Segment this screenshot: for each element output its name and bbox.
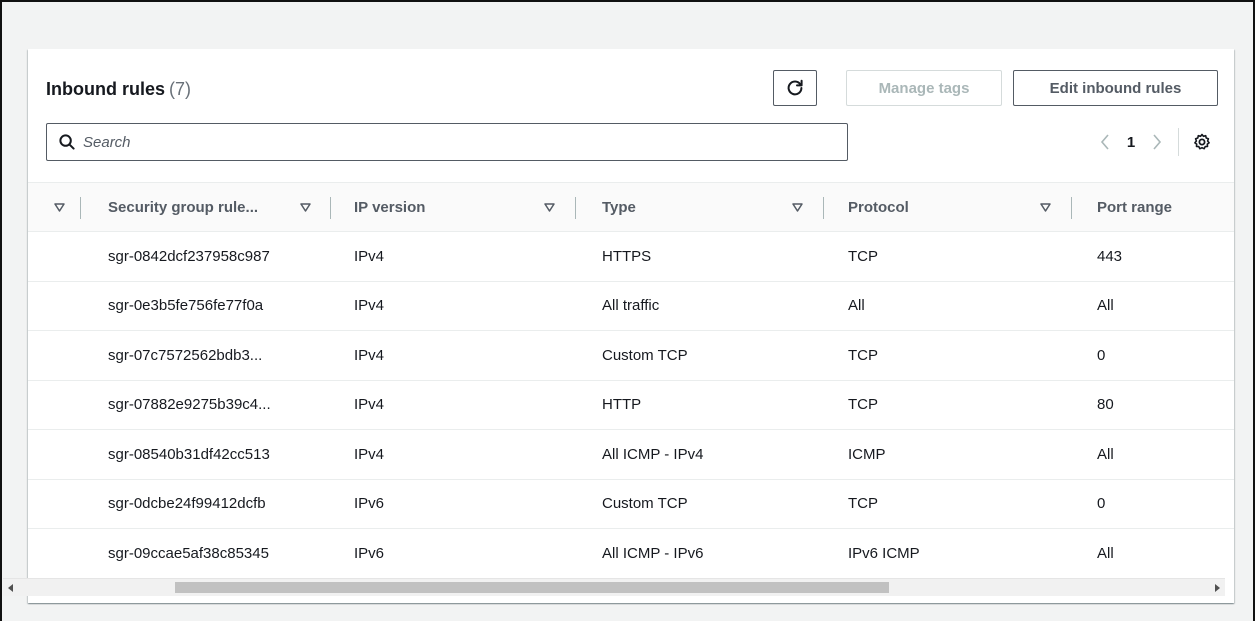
cell-protocol: TCP xyxy=(848,396,878,413)
table-row[interactable]: sgr-07c7572562bdb3... IPv4 Custom TCP TC… xyxy=(28,331,1234,381)
cell-type: HTTPS xyxy=(602,247,652,265)
cell-protocol: TCP xyxy=(848,495,878,512)
sort-down-icon[interactable] xyxy=(52,198,66,216)
table-row[interactable]: sgr-08540b31df42cc513 IPv4 All ICMP - IP… xyxy=(28,430,1234,480)
column-header-ip-version[interactable]: IP version xyxy=(354,183,425,231)
cell-rule-id: sgr-08540b31df42cc513 xyxy=(108,445,270,463)
scrollbar-track[interactable] xyxy=(19,579,1209,596)
column-header-security-group-rule[interactable]: Security group rule... xyxy=(108,183,258,231)
pagination: 1 xyxy=(1092,127,1215,157)
table-row[interactable]: sgr-07882e9275b39c4... IPv4 HTTP TCP 80 xyxy=(28,381,1234,430)
cell-protocol: All xyxy=(848,297,865,314)
cell-rule-id: sgr-0e3b5fe756fe77f0a xyxy=(108,297,264,314)
cell-type: Custom TCP xyxy=(602,495,688,512)
preferences-button[interactable] xyxy=(1189,127,1215,157)
column-header-port-range[interactable]: Port range xyxy=(1097,183,1172,231)
cell-port-range: 80 xyxy=(1097,396,1114,413)
cell-port-range: All xyxy=(1097,297,1114,314)
sort-down-icon[interactable] xyxy=(298,198,312,216)
cell-port-range: All xyxy=(1097,544,1114,562)
cell-port-range: 0 xyxy=(1097,346,1106,364)
cell-ip-version: IPv4 xyxy=(354,247,385,265)
refresh-button[interactable] xyxy=(773,70,817,106)
cell-port-range: 0 xyxy=(1097,495,1106,512)
cell-rule-id: sgr-07882e9275b39c4... xyxy=(108,396,271,413)
cell-ip-version: IPv4 xyxy=(354,445,385,463)
cell-port-range: 443 xyxy=(1097,247,1123,265)
scroll-left-arrow-icon[interactable] xyxy=(3,579,19,596)
scrollbar-thumb[interactable] xyxy=(175,582,889,593)
column-divider[interactable] xyxy=(330,197,331,219)
previous-page-button[interactable] xyxy=(1092,127,1118,157)
column-header-type[interactable]: Type xyxy=(602,183,636,231)
refresh-icon xyxy=(787,79,803,96)
table-row[interactable]: sgr-0e3b5fe756fe77f0a IPv4 All traffic A… xyxy=(28,282,1234,331)
search-box[interactable] xyxy=(46,123,848,161)
panel-title-text: Inbound rules xyxy=(46,79,165,99)
column-header-protocol[interactable]: Protocol xyxy=(848,183,909,231)
cell-ip-version: IPv4 xyxy=(354,346,385,364)
cell-rule-id: sgr-09ccae5af38c85345 xyxy=(108,544,269,562)
chevron-right-icon xyxy=(1153,134,1162,150)
cell-ip-version: IPv4 xyxy=(354,396,385,413)
manage-tags-button[interactable]: Manage tags xyxy=(846,70,1002,106)
table-row[interactable]: sgr-0842dcf237958c987 IPv4 HTTPS TCP 443 xyxy=(28,232,1234,282)
inbound-rules-table: Security group rule... IP version Type P… xyxy=(28,182,1234,579)
page-frame: Inbound rules (7) Manage tags Edit inboun… xyxy=(0,0,1255,621)
cell-ip-version: IPv4 xyxy=(354,297,385,314)
column-divider[interactable] xyxy=(80,197,81,219)
search-input[interactable] xyxy=(83,125,847,159)
cell-rule-id: sgr-0dcbe24f99412dcfb xyxy=(108,495,266,512)
cell-type: All ICMP - IPv6 xyxy=(602,544,704,562)
column-divider[interactable] xyxy=(823,197,824,219)
edit-inbound-rules-button[interactable]: Edit inbound rules xyxy=(1013,70,1218,106)
cell-port-range: All xyxy=(1097,445,1114,463)
table-header: Security group rule... IP version Type P… xyxy=(28,182,1234,232)
inbound-rules-panel: Inbound rules (7) Manage tags Edit inboun… xyxy=(28,49,1234,603)
next-page-button[interactable] xyxy=(1144,127,1170,157)
cell-protocol: IPv6 ICMP xyxy=(848,544,920,562)
sort-down-icon[interactable] xyxy=(542,198,556,216)
table-row[interactable]: sgr-09ccae5af38c85345 IPv6 All ICMP - IP… xyxy=(28,529,1234,579)
cell-protocol: TCP xyxy=(848,247,878,265)
current-page[interactable]: 1 xyxy=(1118,134,1144,151)
sort-down-icon[interactable] xyxy=(1038,198,1052,216)
column-divider[interactable] xyxy=(1071,197,1072,219)
cell-type: HTTP xyxy=(602,396,642,413)
cell-protocol: ICMP xyxy=(848,445,886,463)
cell-ip-version: IPv6 xyxy=(354,544,385,562)
sort-down-icon[interactable] xyxy=(790,198,804,216)
cell-ip-version: IPv6 xyxy=(354,495,385,512)
rule-count: (7) xyxy=(169,79,191,99)
cell-type: All traffic xyxy=(602,297,660,314)
search-icon xyxy=(51,124,83,160)
cell-type: Custom TCP xyxy=(602,346,688,364)
table-row[interactable]: sgr-0dcbe24f99412dcfb IPv6 Custom TCP TC… xyxy=(28,480,1234,529)
chevron-left-icon xyxy=(1100,134,1109,150)
horizontal-scrollbar[interactable] xyxy=(3,578,1225,596)
cell-rule-id: sgr-07c7572562bdb3... xyxy=(108,346,263,364)
column-divider[interactable] xyxy=(575,197,576,219)
panel-title: Inbound rules (7) xyxy=(46,77,191,101)
cell-type: All ICMP - IPv4 xyxy=(602,445,704,463)
pagination-divider xyxy=(1178,128,1179,156)
cell-protocol: TCP xyxy=(848,346,878,364)
cell-rule-id: sgr-0842dcf237958c987 xyxy=(108,247,270,265)
gear-icon xyxy=(1194,133,1210,150)
scroll-right-arrow-icon[interactable] xyxy=(1209,579,1225,596)
